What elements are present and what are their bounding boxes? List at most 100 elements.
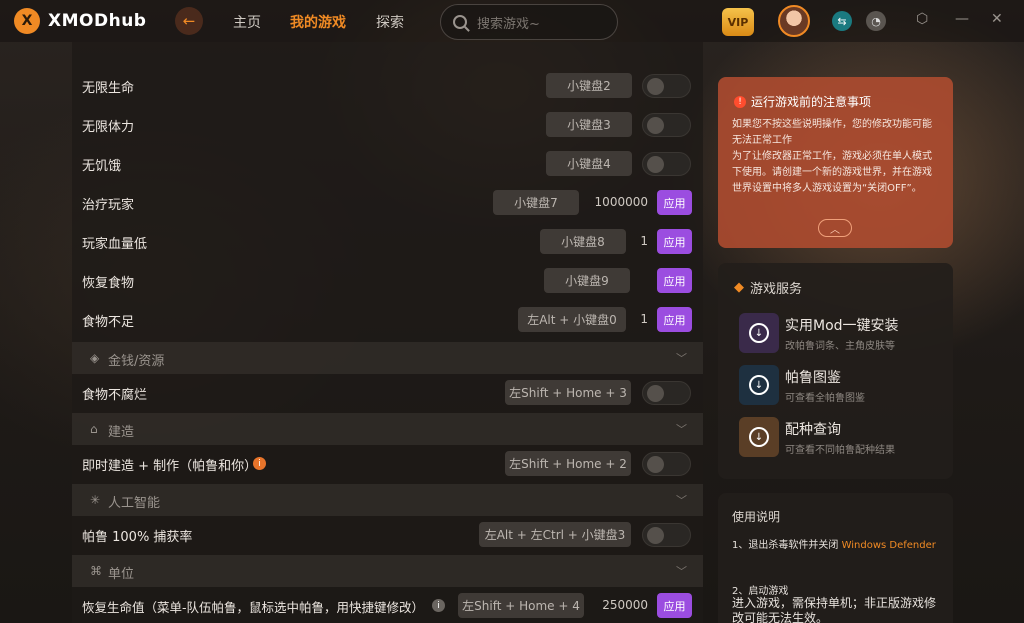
hotkey-field[interactable]: 左Shift + Home + 2 (505, 451, 631, 476)
nav-explore[interactable]: 探索 (376, 12, 404, 32)
item-label: 无饥饿 (82, 159, 122, 174)
value-field[interactable]: 250000 (588, 598, 648, 612)
service-thumb: ↓ (739, 313, 779, 353)
toggle-switch[interactable] (642, 113, 691, 137)
warning-icon: ! (734, 95, 746, 108)
chevron-down-icon: ﹀ (676, 494, 687, 507)
download-icon: ↓ (749, 375, 769, 395)
info-icon[interactable]: i (253, 457, 266, 470)
search-input[interactable]: 搜索游戏~ (477, 13, 540, 32)
toggle-switch[interactable] (642, 152, 691, 176)
collapse-button[interactable]: ︿ (818, 219, 852, 237)
hotkey-field[interactable]: 小键盘3 (546, 112, 632, 137)
hotkey-field[interactable]: 左Shift + Home + 4 (458, 593, 584, 618)
list-item: 帕鲁 100% 捕获率 左Alt + 左Ctrl + 小键盘3 (72, 516, 703, 554)
list-item: 食物不腐烂 左Shift + Home + 3 (72, 374, 703, 412)
ai-icon: ✳ (90, 493, 101, 507)
instructions-panel: 使用说明 1、退出杀毒软件并关闭 Windows Defender 2、启动游戏… (718, 493, 953, 623)
section-header-money[interactable]: ◈ 金钱/资源 ﹀ (72, 342, 703, 374)
service-name: 实用Mod一键安装 (785, 318, 899, 334)
item-label: 食物不腐烂 (82, 388, 148, 403)
section-label: 金钱/资源 (108, 354, 165, 369)
apply-button[interactable]: 应用 (657, 307, 692, 332)
hotkey-field[interactable]: 左Alt + 左Ctrl + 小键盘3 (479, 522, 631, 547)
service-item-pal-dex[interactable]: ↓ 帕鲁图鉴 可查看全帕鲁图鉴 (739, 365, 949, 409)
item-label: 玩家血量低 (82, 237, 148, 252)
item-label: 恢复食物 (82, 276, 135, 291)
section-label: 建造 (108, 425, 135, 440)
item-label: 食物不足 (82, 315, 135, 330)
step-highlight: Windows Defender (841, 540, 936, 551)
nav-my-games[interactable]: 我的游戏 (290, 12, 346, 32)
notice-title: ! 运行游戏前的注意事项 (734, 93, 871, 110)
toggle-switch[interactable] (642, 381, 691, 405)
step-text: 1、退出杀毒软件并关闭 (732, 540, 839, 551)
item-label: 无限生命 (82, 81, 135, 96)
logo-mark-icon: X (14, 8, 40, 34)
instruction-step: 1、退出杀毒软件并关闭 Windows Defender (732, 539, 942, 553)
download-icon: ↓ (749, 427, 769, 447)
nav-home[interactable]: 主页 (233, 12, 261, 32)
service-desc: 改帕鲁词条、主角皮肤等 (785, 341, 895, 352)
value-field[interactable]: 1000000 (582, 195, 648, 209)
list-item: 无限生命 小键盘2 (72, 67, 703, 105)
notification-icon[interactable]: ◔ (866, 11, 886, 31)
sync-icon[interactable]: ⇆ (832, 11, 852, 31)
hotkey-field[interactable]: 左Alt + 小键盘0 (518, 307, 626, 332)
chevron-down-icon: ﹀ (676, 352, 687, 365)
list-item: 无限体力 小键盘3 (72, 106, 703, 144)
service-title: ◆ 游戏服务 (734, 278, 802, 297)
service-item-breeding[interactable]: ↓ 配种查询 可查看不同帕鲁配种结果 (739, 417, 949, 461)
logo-text: XMODhub (48, 11, 147, 31)
notice-title-text: 运行游戏前的注意事项 (751, 95, 872, 109)
unit-icon: ⌘ (90, 564, 102, 578)
list-item: 恢复生命值（菜单-队伍帕鲁，鼠标选中帕鲁，用快捷键修改） i 左Shift + … (72, 587, 703, 623)
game-service-panel: ◆ 游戏服务 ↓ 实用Mod一键安装 改帕鲁词条、主角皮肤等 ↓ 帕鲁图鉴 可查… (718, 263, 953, 479)
notice-body: 如果您不按这些说明操作，您的修改功能可能无法正常工作 为了让修改器正常工作，游戏… (732, 117, 940, 197)
apply-button[interactable]: 应用 (657, 268, 692, 293)
value-field[interactable]: 1 (628, 312, 648, 326)
hotkey-field[interactable]: 小键盘8 (540, 229, 626, 254)
avatar[interactable] (778, 5, 810, 37)
apply-button[interactable]: 应用 (657, 593, 692, 618)
vip-badge[interactable]: VIP (722, 8, 754, 36)
toggle-switch[interactable] (642, 74, 691, 98)
item-label: 治疗玩家 (82, 198, 135, 213)
section-header-ai[interactable]: ✳ 人工智能 ﹀ (72, 484, 703, 516)
search-box[interactable]: 搜索游戏~ (440, 4, 618, 40)
instruction-step-title: 2、启动游戏 (732, 586, 789, 597)
apply-button[interactable]: 应用 (657, 190, 692, 215)
info-icon[interactable]: i (432, 599, 445, 612)
list-item: 玩家血量低 小键盘8 1 应用 (72, 223, 703, 261)
apply-button[interactable]: 应用 (657, 229, 692, 254)
hotkey-field[interactable]: 小键盘4 (546, 151, 632, 176)
service-name: 帕鲁图鉴 (785, 370, 841, 386)
section-header-unit[interactable]: ⌘ 单位 ﹀ (72, 555, 703, 587)
toggle-switch[interactable] (642, 523, 691, 547)
download-icon: ↓ (749, 323, 769, 343)
close-icon[interactable]: ✕ (991, 11, 1003, 27)
item-label: 即时建造 + 制作（帕鲁和你） (82, 459, 258, 474)
instructions-title: 使用说明 (732, 510, 781, 524)
section-header-build[interactable]: ⌂ 建造 ﹀ (72, 413, 703, 445)
item-label: 帕鲁 100% 捕获率 (82, 530, 193, 545)
service-item-mod-install[interactable]: ↓ 实用Mod一键安装 改帕鲁词条、主角皮肤等 (739, 313, 949, 357)
list-item: 治疗玩家 小键盘7 1000000 应用 (72, 184, 703, 222)
hotkey-field[interactable]: 小键盘9 (544, 268, 630, 293)
hotkey-field[interactable]: 左Shift + Home + 3 (505, 380, 631, 405)
search-icon (453, 15, 467, 29)
value-field[interactable]: 1 (628, 234, 648, 248)
service-desc: 可查看不同帕鲁配种结果 (785, 445, 895, 456)
back-button[interactable]: ← (175, 7, 203, 35)
toggle-switch[interactable] (642, 452, 691, 476)
service-title-text: 游戏服务 (750, 282, 803, 297)
service-thumb: ↓ (739, 417, 779, 457)
app-logo[interactable]: X XMODhub (14, 8, 146, 34)
hotkey-field[interactable]: 小键盘7 (493, 190, 579, 215)
minimize-icon[interactable]: — (955, 11, 969, 27)
hotkey-field[interactable]: 小键盘2 (546, 73, 632, 98)
service-name: 配种查询 (785, 422, 841, 438)
section-label: 单位 (108, 567, 135, 582)
settings-icon[interactable]: ⬡ (916, 11, 928, 27)
chevron-down-icon: ﹀ (676, 423, 687, 436)
